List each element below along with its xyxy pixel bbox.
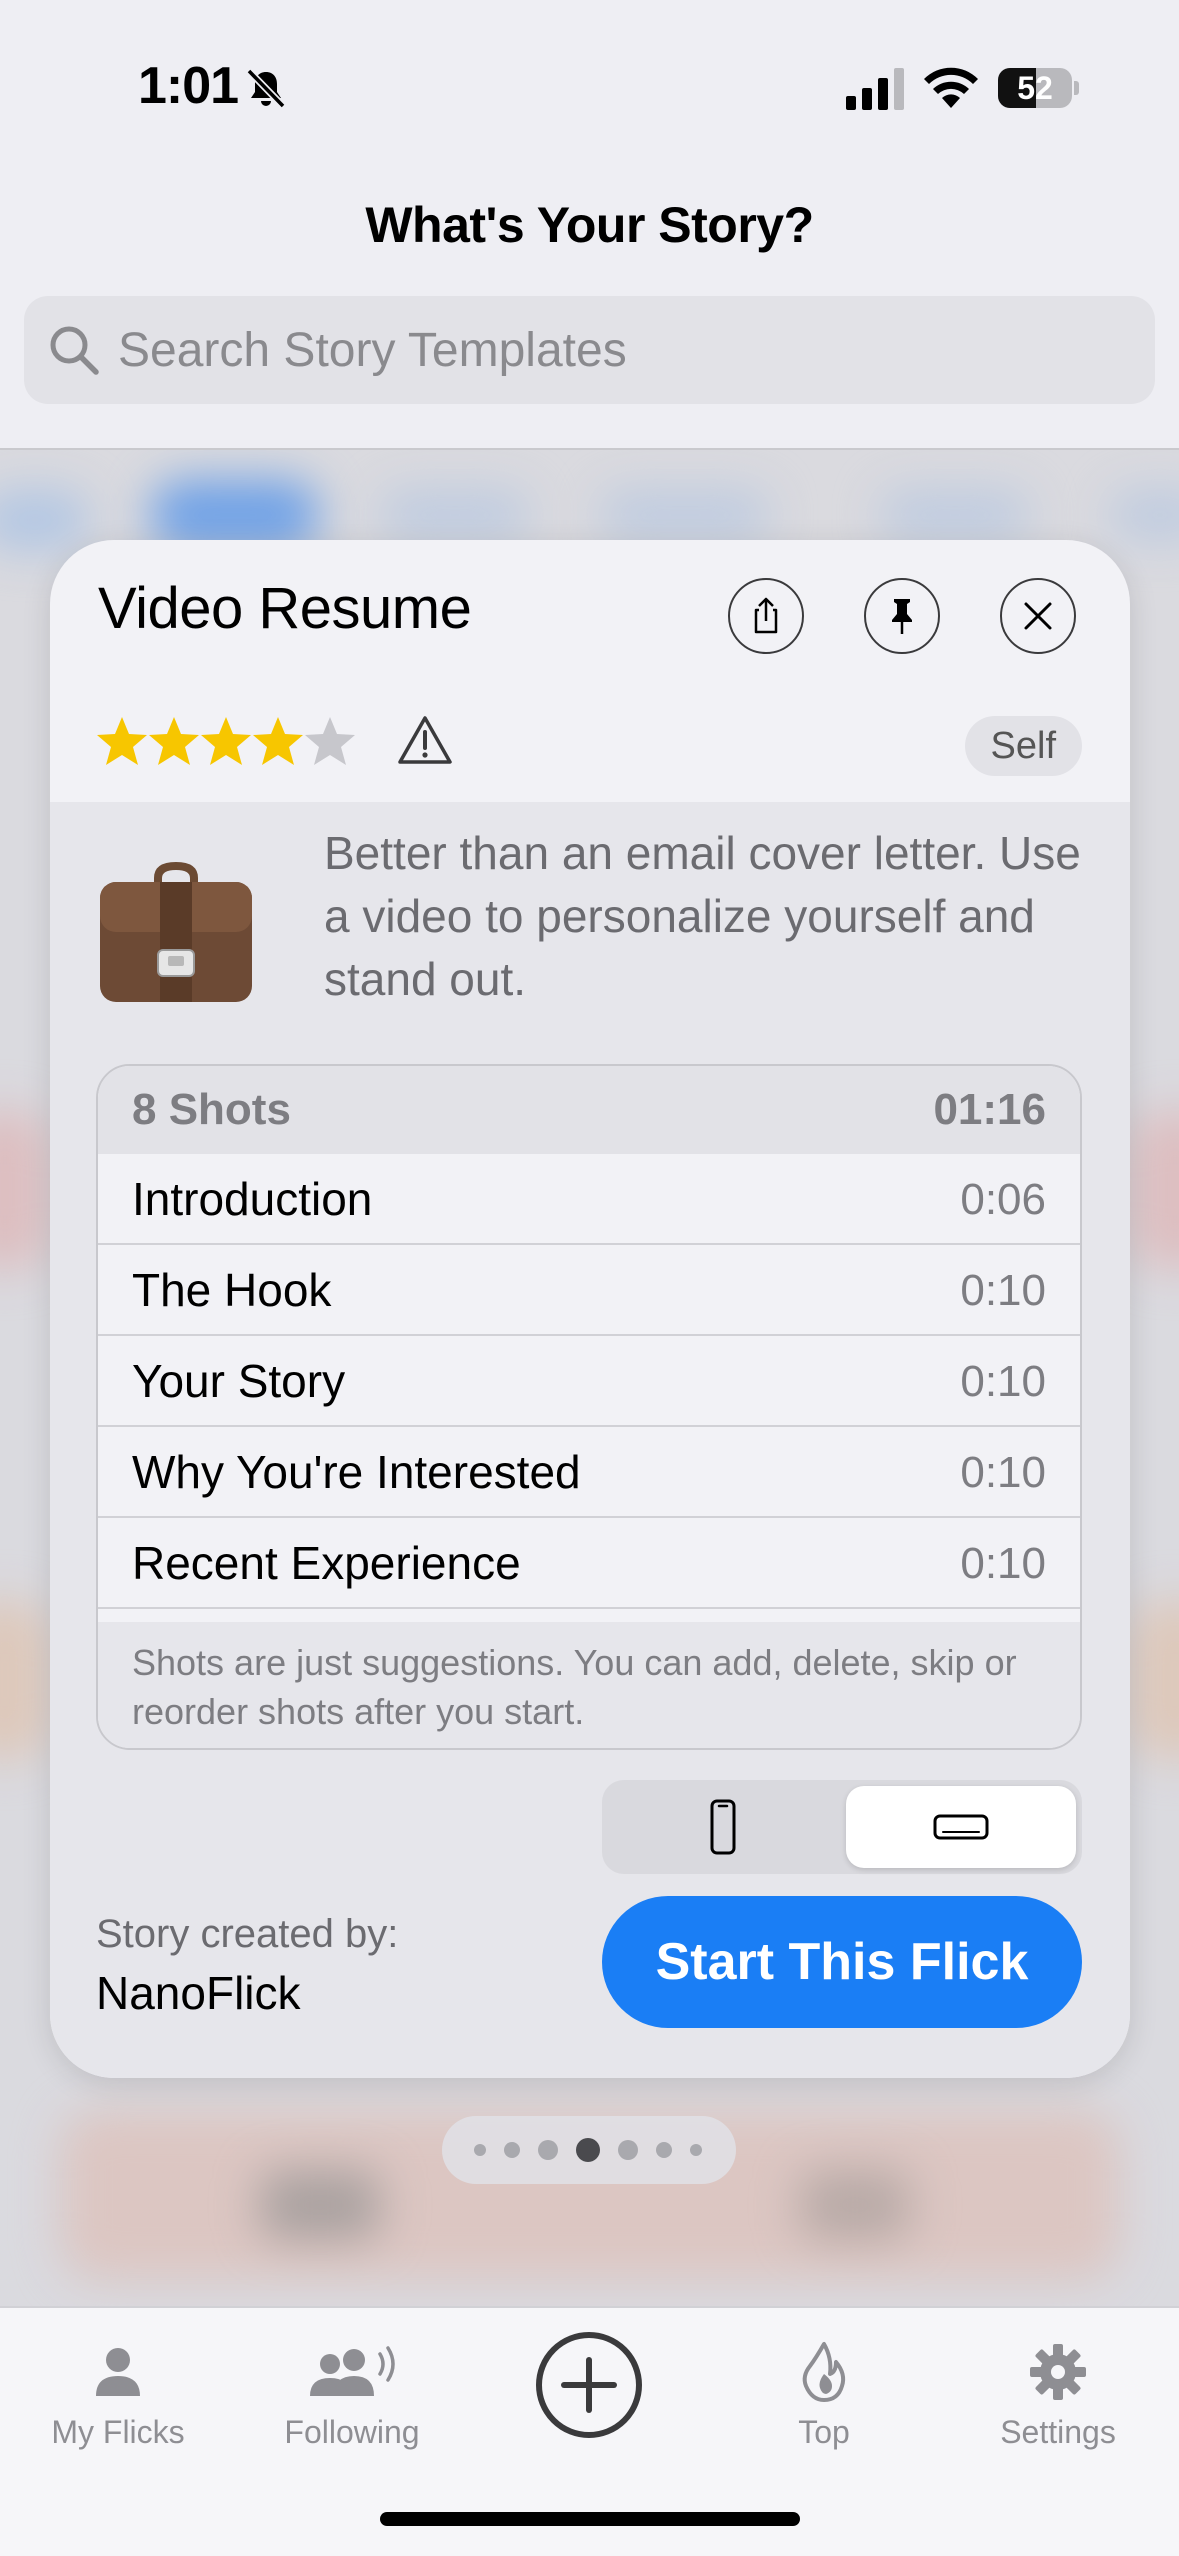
home-indicator xyxy=(380,2512,800,2526)
shot-row[interactable]: Why You're Interested 0:10 xyxy=(98,1427,1080,1518)
search-icon xyxy=(50,326,99,375)
shot-name: The Hook xyxy=(132,1264,332,1316)
tab-top[interactable]: Top xyxy=(724,2332,924,2492)
story-description: Better than an email cover letter. Use a… xyxy=(324,827,1081,1005)
bell-slash-icon xyxy=(246,68,286,109)
star-filled-icon xyxy=(149,717,199,765)
status-bar: 1:01 52 xyxy=(0,0,1179,170)
shot-name: Recent Experience xyxy=(132,1537,521,1589)
battery-icon: 52 xyxy=(998,68,1079,108)
shots-footer: Shots are just suggestions. You can add,… xyxy=(98,1622,1080,1748)
shot-name: Your Story xyxy=(132,1355,346,1407)
gear-icon xyxy=(1030,2344,1086,2400)
person-icon xyxy=(96,2348,140,2396)
shots-note: Shots are just suggestions. You can add,… xyxy=(132,1642,1017,1732)
orientation-toggle xyxy=(602,1780,1082,1874)
creator-name: NanoFlick xyxy=(96,1967,301,2019)
star-filled-icon xyxy=(97,717,147,765)
page-dot[interactable] xyxy=(690,2144,702,2156)
warning-icon[interactable] xyxy=(396,714,454,766)
page-dot[interactable] xyxy=(618,2140,638,2160)
add-circle-icon[interactable] xyxy=(534,2330,644,2440)
self-badge: Self xyxy=(964,716,1082,776)
shot-duration: 0:10 xyxy=(960,1539,1046,1588)
pin-icon xyxy=(892,599,912,634)
shots-count: 8 Shots xyxy=(132,1085,291,1134)
tab-label: My Flicks xyxy=(51,2414,185,2450)
star-filled-icon xyxy=(253,717,303,765)
status-time: 1:01 xyxy=(138,57,239,115)
tab-following[interactable]: Following xyxy=(252,2332,452,2492)
shot-row[interactable]: Your Story 0:10 xyxy=(98,1336,1080,1427)
page-title: What's Your Story? xyxy=(365,197,814,253)
page-dot[interactable] xyxy=(538,2140,558,2160)
landscape-option[interactable] xyxy=(846,1786,1076,1868)
shot-name: Introduction xyxy=(132,1173,373,1225)
portrait-option[interactable] xyxy=(608,1786,838,1868)
tab-settings[interactable]: Settings xyxy=(958,2332,1158,2492)
shot-name: Why You're Interested xyxy=(132,1446,581,1498)
tab-label: Settings xyxy=(1000,2414,1116,2450)
page-dot[interactable] xyxy=(474,2144,486,2156)
shot-row[interactable]: Recent Experience 0:10 xyxy=(98,1518,1080,1609)
flame-icon xyxy=(802,2342,846,2402)
page-indicator[interactable] xyxy=(442,2116,736,2184)
shot-row[interactable]: Introduction 0:06 xyxy=(98,1154,1080,1245)
creator-label: Story created by: xyxy=(96,1912,399,1956)
tab-label: Following xyxy=(284,2414,420,2450)
page-dot-active[interactable] xyxy=(576,2138,600,2162)
search-bar[interactable] xyxy=(24,296,1155,404)
close-button[interactable] xyxy=(1000,578,1076,654)
pin-button[interactable] xyxy=(864,578,940,654)
shot-duration: 0:10 xyxy=(960,1448,1046,1497)
page-dot[interactable] xyxy=(656,2142,672,2158)
story-card: Video Resume Self Better than an email c… xyxy=(50,540,1130,2078)
shot-duration: 0:10 xyxy=(960,1357,1046,1406)
share-button[interactable] xyxy=(728,578,804,654)
star-filled-icon xyxy=(201,717,251,765)
landscape-phone-icon xyxy=(933,1814,989,1840)
search-input[interactable] xyxy=(118,296,1118,404)
portrait-phone-icon xyxy=(710,1799,736,1855)
shot-duration: 0:10 xyxy=(960,1266,1046,1315)
tab-label: Top xyxy=(798,2414,850,2450)
briefcase-icon xyxy=(100,862,252,1002)
close-icon xyxy=(1024,602,1052,630)
shots-total-duration: 01:16 xyxy=(933,1085,1046,1134)
battery-level-text: 52 xyxy=(1017,70,1053,106)
story-title: Video Resume xyxy=(98,576,472,641)
page-dot[interactable] xyxy=(504,2142,520,2158)
shot-row[interactable]: The Hook 0:10 xyxy=(98,1245,1080,1336)
shots-table: 8 Shots 01:16 Introduction 0:06 The Hook… xyxy=(96,1064,1082,1750)
cellular-signal-icon xyxy=(846,68,904,110)
shot-duration: 0:06 xyxy=(960,1175,1046,1224)
wifi-icon xyxy=(924,67,978,108)
star-empty-icon xyxy=(305,717,355,765)
tab-my-flicks[interactable]: My Flicks xyxy=(18,2332,218,2492)
card-body: Better than an email cover letter. Use a… xyxy=(50,802,1130,2078)
people-icon xyxy=(310,2346,395,2396)
share-icon xyxy=(754,597,778,634)
shots-header: 8 Shots 01:16 xyxy=(98,1066,1080,1154)
start-flick-button[interactable]: Start This Flick xyxy=(602,1896,1082,2028)
